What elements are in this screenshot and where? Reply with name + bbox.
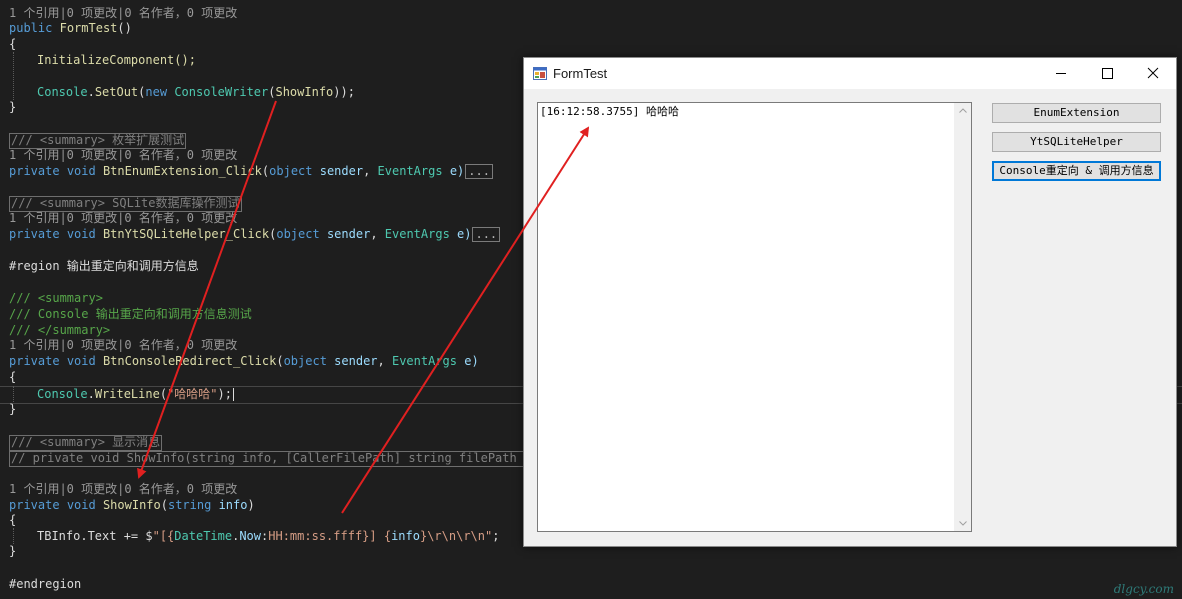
minimize-button[interactable] (1038, 58, 1084, 89)
code-line-region: #region 输出重定向和调用方信息 (9, 259, 199, 273)
code-line-showinfo: private void ShowInfo(string info) (9, 498, 255, 512)
codelens-references[interactable]: 1 个引用|0 项更改|0 名作者，0 项更改 (9, 147, 237, 163)
code-line-brace: { (9, 513, 17, 527)
code-line-btn-console: private void BtnConsoleRedirect_Click(ob… (9, 354, 479, 368)
codelens-references[interactable]: 1 个引用|0 项更改|0 名作者，0 项更改 (9, 5, 237, 21)
ytsqlitehelper-button[interactable]: YtSQLiteHelper (992, 132, 1161, 152)
title-bar[interactable]: FormTest (524, 58, 1176, 89)
code-line-brace: } (9, 402, 17, 416)
code-line-comment: /// </summary> (9, 323, 111, 337)
formtest-window[interactable]: FormTest [16:12:58.3755] 哈哈哈 EnumExtensi… (523, 57, 1177, 547)
code-line-comment: /// <summary> (9, 291, 103, 305)
textbox-content: [16:12:58.3755] 哈哈哈 (540, 105, 679, 118)
codelens-references[interactable]: 1 个引用|0 项更改|0 名作者，0 项更改 (9, 337, 237, 353)
code-line-tbinfo: TBInfo.Text += $"[{DateTime.Now:HH:mm:ss… (37, 529, 500, 543)
collapsed-summary[interactable]: /// <summary> SQLite数据库操作测试 (9, 195, 242, 212)
app-icon (533, 67, 547, 80)
console-redirect-button[interactable]: Console重定向 & 调用方信息 (992, 161, 1161, 181)
chevron-up-icon[interactable] (959, 107, 967, 115)
code-line-constructor: public FormTest() (9, 21, 132, 35)
code-line-comment: /// Console 输出重定向和调用方信息测试 (9, 307, 252, 321)
collapsed-summary[interactable]: /// <summary> 显示消息 (9, 434, 163, 451)
indent-guide (13, 52, 14, 100)
chevron-down-icon[interactable] (959, 519, 967, 527)
code-line-brace: } (9, 544, 17, 558)
maximize-button[interactable] (1084, 58, 1130, 89)
code-line-setout: Console.SetOut(new ConsoleWriter(ShowInf… (37, 85, 355, 99)
code-line-endregion: #endregion (9, 577, 82, 591)
close-icon (1147, 67, 1159, 79)
indent-guide (13, 528, 14, 544)
maximize-icon (1102, 68, 1113, 79)
enum-extension-button[interactable]: EnumExtension (992, 103, 1161, 123)
code-line-brace: { (9, 37, 17, 51)
code-line-btn-enum: private void BtnEnumExtension_Click(obje… (9, 163, 493, 179)
code-line-btn-sqlite: private void BtnYtSQLiteHelper_Click(obj… (9, 226, 501, 242)
vertical-scrollbar[interactable] (954, 103, 971, 531)
collapsed-comment[interactable]: // private void ShowInfo(string info, [C… (9, 450, 541, 467)
codelens-references[interactable]: 1 个引用|0 项更改|0 名作者，0 项更改 (9, 481, 237, 497)
text-caret (232, 388, 234, 401)
code-line-brace: { (9, 370, 17, 384)
code-line-writeline: Console.WriteLine("哈哈哈"); (37, 387, 234, 401)
indent-guide (13, 386, 14, 402)
info-textbox[interactable]: [16:12:58.3755] 哈哈哈 (537, 102, 972, 532)
minimize-icon (1056, 73, 1066, 74)
close-button[interactable] (1130, 58, 1176, 89)
code-line-initialize: InitializeComponent(); (37, 53, 196, 67)
codelens-references[interactable]: 1 个引用|0 项更改|0 名作者，0 项更改 (9, 210, 237, 226)
collapsed-body-ellipsis[interactable]: ... (472, 227, 501, 242)
collapsed-summary[interactable]: /// <summary> 枚举扩展测试 (9, 132, 187, 149)
collapsed-body-ellipsis[interactable]: ... (465, 164, 493, 179)
window-title: FormTest (553, 66, 608, 81)
watermark: dlgcy.com (1113, 582, 1174, 596)
code-line-brace: } (9, 100, 17, 114)
